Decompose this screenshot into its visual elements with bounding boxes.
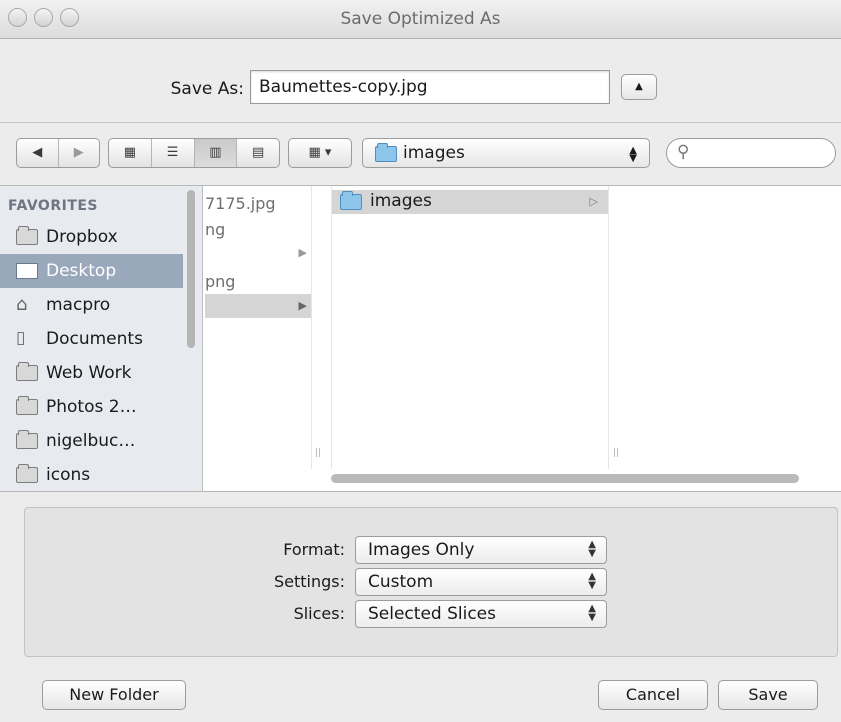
folder-icon: [375, 143, 397, 162]
sidebar-item-nigelbuc[interactable]: nigelbuc…: [0, 424, 183, 458]
column-resize-handle[interactable]: ||: [315, 448, 321, 458]
column-resize-handle[interactable]: ||: [613, 448, 619, 458]
sidebar-item-web-work[interactable]: Web Work: [0, 356, 183, 390]
folder-icon: [16, 430, 38, 449]
back-arrow-icon: ◀: [32, 145, 43, 160]
sidebar-item-icons[interactable]: icons: [0, 458, 183, 491]
arrange-control[interactable]: ▦ ▾: [288, 138, 352, 168]
sidebar-item-label: Web Work: [46, 363, 132, 383]
favorites-heading: FAVORITES: [8, 198, 99, 214]
column-view-button[interactable]: ▥: [194, 139, 238, 167]
list-item-selected[interactable]: ▶: [205, 294, 311, 318]
new-folder-button[interactable]: New Folder: [42, 680, 186, 710]
popup-arrows-icon: ▲ ▼: [629, 145, 637, 164]
arrange-icon: ▦ ▾: [308, 145, 332, 160]
disclosure-arrow-icon: ▶: [298, 246, 307, 259]
disclosure-arrow-icon: ▶: [298, 299, 307, 312]
view-mode-control: ▦ ☰ ▥ ▤: [108, 138, 280, 168]
sidebar-item-desktop[interactable]: Desktop: [0, 254, 183, 288]
list-item[interactable]: 7175.jpg: [205, 194, 276, 213]
sidebar-item-label: icons: [46, 465, 91, 485]
sidebar-item-dropbox[interactable]: Dropbox: [0, 220, 183, 254]
popup-arrows-icon: ▲ ▼: [588, 603, 596, 623]
format-select[interactable]: Images Only ▲ ▼: [355, 536, 607, 564]
folder-icon: [16, 226, 38, 245]
forward-arrow-icon: ▶: [73, 145, 84, 160]
sidebar-item-label: Documents: [46, 329, 143, 349]
search-icon: ⚲: [677, 142, 690, 162]
browser-column-1: 7175.jpg ng ▶ png ▶ ||: [205, 186, 321, 469]
list-view-icon: ☰: [166, 145, 179, 160]
disclosure-arrow-icon: ▷: [589, 195, 598, 208]
sidebar-item-label: macpro: [46, 295, 111, 315]
window-title: Save Optimized As: [340, 9, 501, 29]
sidebar-item-macpro[interactable]: ⌂ macpro: [0, 288, 183, 322]
sidebar-item-label: Photos 2…: [46, 397, 137, 417]
list-item[interactable]: ▶: [205, 242, 311, 266]
expand-dialog-button[interactable]: ▲: [621, 74, 657, 100]
folder-icon: [16, 396, 38, 415]
folder-icon: [16, 464, 38, 483]
list-item-label: images: [370, 191, 432, 211]
browser-toolbar: ◀ ▶ ▦ ☰ ▥ ▤ ▦ ▾ images ▲ ▼ ⚲: [0, 138, 841, 172]
folder-icon: [16, 362, 38, 381]
sidebar: FAVORITES Dropbox Desktop ⌂ macpro ▯ Doc…: [0, 186, 203, 491]
slices-select[interactable]: Selected Slices ▲ ▼: [355, 600, 607, 628]
browser-column-2: images ▷ ||: [331, 186, 619, 469]
save-as-label: Save As:: [170, 79, 244, 99]
slices-value: Selected Slices: [368, 604, 496, 624]
settings-label: Settings:: [273, 572, 345, 591]
sidebar-item-documents[interactable]: ▯ Documents: [0, 322, 183, 356]
format-value: Images Only: [368, 540, 475, 560]
arrange-button[interactable]: ▦ ▾: [289, 139, 351, 167]
horizontal-scrollbar[interactable]: [331, 474, 799, 483]
list-item-selected[interactable]: images ▷: [332, 190, 608, 214]
sidebar-item-photos[interactable]: Photos 2…: [0, 390, 183, 424]
documents-icon: ▯: [16, 328, 26, 348]
back-button[interactable]: ◀: [17, 139, 59, 167]
filename-input[interactable]: Baumettes-copy.jpg: [250, 70, 610, 104]
save-as-row: Save As: Baumettes-copy.jpg ▲: [0, 70, 841, 110]
list-item[interactable]: ng: [205, 220, 225, 239]
popup-arrows-icon: ▲ ▼: [588, 571, 596, 591]
save-button[interactable]: Save: [718, 680, 818, 710]
list-view-button[interactable]: ☰: [152, 139, 195, 167]
popup-arrows-icon: ▲ ▼: [588, 539, 596, 559]
format-label: Format:: [283, 540, 345, 559]
title-bar: Save Optimized As: [0, 0, 841, 39]
list-item[interactable]: png: [205, 272, 235, 291]
icon-view-button[interactable]: ▦: [109, 139, 152, 167]
slices-label: Slices:: [293, 604, 345, 623]
file-browser: FAVORITES Dropbox Desktop ⌂ macpro ▯ Doc…: [0, 185, 841, 492]
sidebar-item-label: Desktop: [46, 261, 117, 281]
cancel-button[interactable]: Cancel: [598, 680, 708, 710]
settings-select[interactable]: Custom ▲ ▼: [355, 568, 607, 596]
current-folder-label: images: [403, 143, 465, 163]
search-field[interactable]: ⚲: [666, 138, 836, 168]
back-forward-control: ◀ ▶: [16, 138, 100, 168]
divider: [0, 122, 841, 123]
folder-icon: [340, 191, 362, 210]
sidebar-scrollbar[interactable]: [187, 190, 195, 348]
folder-path-popup[interactable]: images ▲ ▼: [362, 138, 650, 168]
triangle-up-icon: ▲: [635, 81, 643, 92]
optimization-options-panel: Format: Images Only ▲ ▼ Settings: Custom …: [24, 507, 838, 657]
forward-button[interactable]: ▶: [59, 139, 100, 167]
column-view-icon: ▥: [209, 145, 222, 160]
cover-flow-button[interactable]: ▤: [237, 139, 279, 167]
settings-value: Custom: [368, 572, 434, 592]
sidebar-item-label: nigelbuc…: [46, 431, 136, 451]
cover-flow-icon: ▤: [251, 145, 265, 160]
desktop-icon: [16, 263, 38, 279]
icon-view-icon: ▦: [123, 145, 137, 160]
home-icon: ⌂: [16, 294, 28, 315]
sidebar-item-label: Dropbox: [46, 227, 118, 247]
